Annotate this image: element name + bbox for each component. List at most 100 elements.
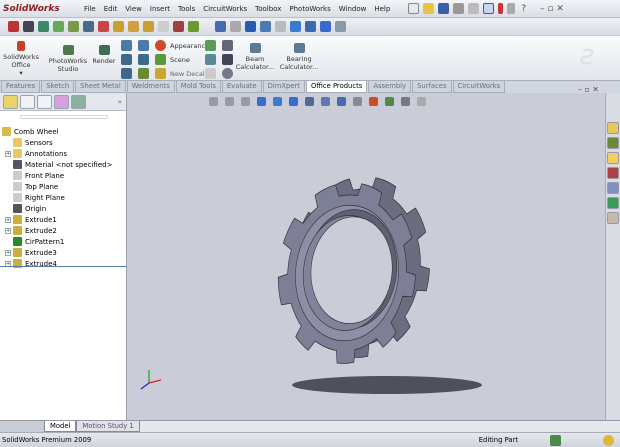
menu-tools[interactable]: Tools <box>174 5 199 13</box>
tool-icon[interactable] <box>205 68 216 79</box>
dimxpert-tab[interactable] <box>54 94 69 109</box>
menu-window[interactable]: Window <box>335 5 371 13</box>
resources-icon[interactable] <box>607 122 619 134</box>
view-tool-icon[interactable] <box>320 21 331 32</box>
menu-toolbox[interactable]: Toolbox <box>251 5 285 13</box>
view-tool-icon[interactable] <box>260 21 271 32</box>
tab-assembly[interactable]: Assembly <box>368 81 412 93</box>
tab-surfaces[interactable]: Surfaces <box>412 81 452 93</box>
filter-input[interactable] <box>20 115 108 119</box>
toolbar-tool-icon[interactable] <box>53 21 64 32</box>
configuration-manager-tab[interactable] <box>37 94 52 109</box>
tab-sheet-metal[interactable]: Sheet Metal <box>75 81 126 93</box>
beam-calculator-button[interactable]: Beam Calculator... <box>232 43 278 71</box>
tool-icon[interactable] <box>205 40 216 51</box>
tab-features[interactable]: Features <box>1 81 41 93</box>
tab-motion-study[interactable]: Motion Study 1 <box>76 421 140 432</box>
new-decal-button[interactable]: New Decal <box>119 68 205 79</box>
toolbar-tool-icon[interactable] <box>188 21 199 32</box>
expand-icon[interactable]: + <box>5 249 11 256</box>
tab-mold-tools[interactable]: Mold Tools <box>175 81 221 93</box>
part-model[interactable] <box>127 93 605 420</box>
rollback-bar[interactable] <box>0 266 127 267</box>
tree-item[interactable]: + Annotations <box>5 148 67 159</box>
search-icon[interactable] <box>607 167 619 179</box>
tree-item[interactable]: Origin <box>5 203 46 214</box>
graphics-viewport[interactable]: – ▫ ✕ <box>127 85 605 420</box>
tab-model[interactable]: Model <box>44 421 77 432</box>
menu-help[interactable]: Help <box>370 5 394 13</box>
units-icon[interactable] <box>550 434 561 446</box>
display-manager-tab[interactable] <box>71 94 86 109</box>
tree-item[interactable]: + Extrude1 <box>5 214 57 225</box>
expand-icon[interactable]: + <box>5 227 11 234</box>
toolbar-tool-icon[interactable] <box>8 21 19 32</box>
tree-item[interactable]: Top Plane <box>5 181 58 192</box>
menu-insert[interactable]: Insert <box>146 5 174 13</box>
help-icon[interactable]: ? <box>521 4 526 14</box>
print-icon[interactable] <box>453 3 465 14</box>
undo-icon[interactable] <box>468 3 480 14</box>
feature-manager-tab[interactable] <box>3 94 18 109</box>
expand-icon[interactable]: + <box>5 150 11 157</box>
appearance-button[interactable]: Appearance <box>119 40 209 51</box>
options-icon[interactable] <box>507 3 516 14</box>
menu-view[interactable]: View <box>121 5 146 13</box>
tree-item[interactable]: CirPattern1 <box>5 236 64 247</box>
view-tool-icon[interactable] <box>290 21 301 32</box>
view-tool-icon[interactable] <box>305 21 316 32</box>
tree-item[interactable]: Right Plane <box>5 192 65 203</box>
tree-item[interactable]: + Extrude2 <box>5 225 57 236</box>
expand-chevron-icon[interactable]: » <box>118 98 122 106</box>
toolbar-tool-icon[interactable] <box>128 21 139 32</box>
appearances-icon[interactable] <box>607 197 619 209</box>
toolbar-tool-icon[interactable] <box>173 21 184 32</box>
toolbar-tool-icon[interactable] <box>23 21 34 32</box>
toolbar-tool-icon[interactable] <box>98 21 109 32</box>
tab-circuitworks[interactable]: CircuitWorks <box>452 81 506 93</box>
render-button[interactable]: Render <box>90 45 118 65</box>
tab-evaluate[interactable]: Evaluate <box>221 81 262 93</box>
tab-dimxpert[interactable]: DimXpert <box>262 81 305 93</box>
menu-edit[interactable]: Edit <box>100 5 122 13</box>
view-tool-icon[interactable] <box>230 21 241 32</box>
menu-photoworks[interactable]: PhotoWorks <box>285 5 334 13</box>
view-palette-icon[interactable] <box>607 182 619 194</box>
select-icon[interactable] <box>483 3 495 14</box>
toolbar-tool-icon[interactable] <box>143 21 154 32</box>
tree-item[interactable]: Sensors <box>5 137 53 148</box>
view-tool-icon[interactable] <box>245 21 256 32</box>
bearing-calculator-button[interactable]: Bearing Calculator... <box>276 43 322 71</box>
tree-item[interactable]: + Extrude3 <box>5 247 57 258</box>
solidworks-office-button[interactable]: SolidWorks Office ▾ <box>3 41 39 77</box>
toolbar-tool-icon[interactable] <box>38 21 49 32</box>
view-tool-icon[interactable] <box>215 21 226 32</box>
menu-circuitworks[interactable]: CircuitWorks <box>199 5 251 13</box>
tool-icon[interactable] <box>205 54 216 65</box>
tab-sketch[interactable]: Sketch <box>41 81 75 93</box>
scene-button[interactable]: Scene <box>119 54 190 65</box>
rebuild-status-icon[interactable] <box>603 434 614 446</box>
expand-icon[interactable]: + <box>5 216 11 223</box>
photoworks-studio-button[interactable]: PhotoWorks Studio <box>48 45 88 73</box>
tree-item[interactable]: + Extrude4 <box>5 258 57 269</box>
file-explorer-icon[interactable] <box>607 152 619 164</box>
toolbar-tool-icon[interactable] <box>68 21 79 32</box>
toolbar-tool-icon[interactable] <box>113 21 124 32</box>
tab-office-products[interactable]: Office Products <box>305 81 368 93</box>
tab-scroll-arrows[interactable] <box>0 421 44 432</box>
window-controls-icon[interactable]: – ▫ ✕ <box>540 4 564 14</box>
toolbar-tool-icon[interactable] <box>158 21 169 32</box>
tree-item[interactable]: Material <not specified> <box>5 159 112 170</box>
property-manager-tab[interactable] <box>20 94 35 109</box>
menu-file[interactable]: File <box>80 5 100 13</box>
tree-root[interactable]: Comb Wheel <box>2 126 59 137</box>
custom-properties-icon[interactable] <box>607 212 619 224</box>
design-library-icon[interactable] <box>607 137 619 149</box>
tab-weldments[interactable]: Weldments <box>126 81 175 93</box>
view-tool-icon[interactable] <box>275 21 286 32</box>
rebuild-icon[interactable] <box>498 3 504 14</box>
tree-item[interactable]: Front Plane <box>5 170 64 181</box>
open-icon[interactable] <box>423 3 435 14</box>
view-tool-icon[interactable] <box>335 21 346 32</box>
